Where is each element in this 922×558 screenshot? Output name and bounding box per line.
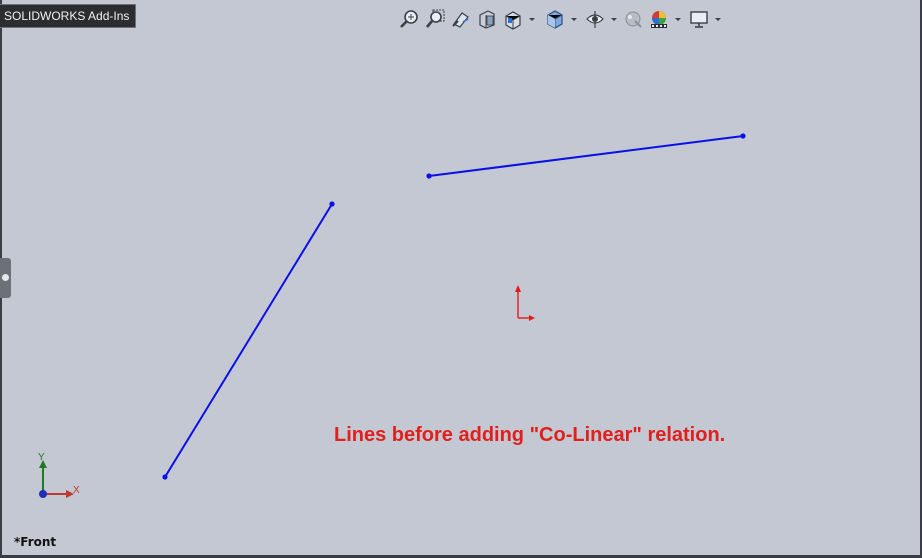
sketch-line-2[interactable] xyxy=(428,135,744,177)
sketch-line-1[interactable] xyxy=(164,203,333,478)
sketch-graphics-area xyxy=(162,133,746,480)
sketch-origin-icon[interactable] xyxy=(515,285,535,321)
sketch-line-2-endpoint-start[interactable] xyxy=(426,173,432,179)
view-orientation-label: *Front xyxy=(14,535,57,549)
annotation-text: Lines before adding "Co-Linear" relation… xyxy=(334,424,726,446)
sketch-line-1-endpoint-start[interactable] xyxy=(162,474,168,480)
triad-x-label: X xyxy=(73,485,80,496)
sketch-line-2-endpoint-end[interactable] xyxy=(740,133,746,139)
triad-y-label: Y xyxy=(38,452,45,463)
sketch-line-1-endpoint-end[interactable] xyxy=(329,201,335,207)
reference-triad: X Y xyxy=(30,452,86,504)
